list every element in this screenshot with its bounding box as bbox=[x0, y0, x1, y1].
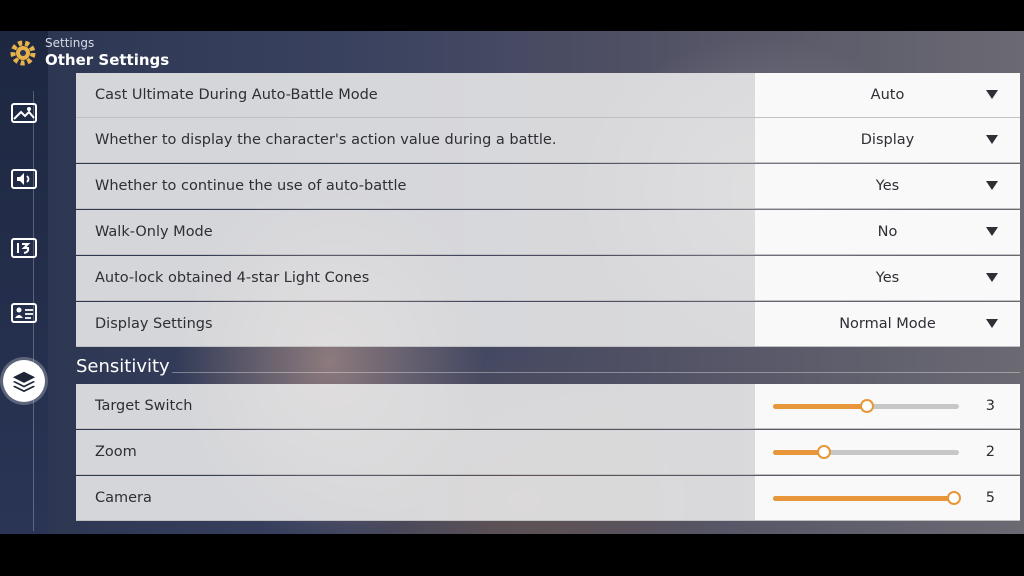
slider-value: 2 bbox=[985, 444, 995, 460]
option-dropdown[interactable]: No bbox=[755, 210, 1020, 254]
option-label: Whether to continue the use of auto-batt… bbox=[95, 178, 407, 194]
option-value: Normal Mode bbox=[839, 316, 936, 332]
option-dropdown[interactable]: Auto bbox=[755, 73, 1020, 117]
slider-value: 5 bbox=[985, 490, 995, 506]
dropdown-arrow-icon bbox=[986, 90, 998, 99]
gear-icon bbox=[10, 40, 36, 66]
target-switch-slider[interactable] bbox=[773, 399, 959, 413]
breadcrumb: Settings bbox=[45, 36, 95, 50]
slider-row: Zoom 2 bbox=[76, 430, 1020, 475]
sidebar bbox=[0, 31, 48, 534]
slider-label: Target Switch bbox=[95, 398, 193, 414]
option-row[interactable]: Walk-Only Mode No bbox=[76, 210, 1020, 255]
dropdown-arrow-icon bbox=[986, 319, 998, 328]
section-divider bbox=[172, 372, 1020, 373]
slider-row: Camera 5 bbox=[76, 476, 1020, 521]
option-dropdown[interactable]: Yes bbox=[755, 256, 1020, 300]
slider-value: 3 bbox=[985, 398, 995, 414]
slider-fill bbox=[773, 496, 954, 501]
option-row[interactable]: Display Settings Normal Mode bbox=[76, 302, 1020, 347]
option-value: Yes bbox=[875, 178, 900, 194]
slider-fill bbox=[773, 450, 824, 455]
account-icon[interactable] bbox=[10, 301, 38, 325]
language-icon[interactable] bbox=[10, 236, 38, 260]
graphics-icon[interactable] bbox=[10, 101, 38, 125]
section-title-sensitivity: Sensitivity bbox=[76, 356, 170, 377]
option-value: No bbox=[877, 224, 898, 240]
camera-slider[interactable] bbox=[773, 491, 962, 505]
option-dropdown[interactable]: Yes bbox=[755, 164, 1020, 208]
option-label: Display Settings bbox=[95, 316, 213, 332]
option-label: Walk-Only Mode bbox=[95, 224, 213, 240]
page-title: Other Settings bbox=[45, 51, 170, 69]
audio-icon[interactable] bbox=[10, 167, 38, 191]
other-settings-icon[interactable] bbox=[3, 360, 45, 402]
dropdown-arrow-icon bbox=[986, 273, 998, 282]
slider-fill bbox=[773, 404, 866, 409]
option-value: Yes bbox=[875, 270, 900, 286]
slider-handle[interactable] bbox=[860, 399, 874, 413]
slider-row: Target Switch 3 bbox=[76, 384, 1020, 429]
option-label: Cast Ultimate During Auto-Battle Mode bbox=[95, 87, 378, 103]
option-label: Auto-lock obtained 4-star Light Cones bbox=[95, 270, 370, 286]
option-value: Display bbox=[860, 132, 915, 148]
option-row[interactable]: Whether to display the character's actio… bbox=[76, 118, 1020, 163]
dropdown-arrow-icon bbox=[986, 181, 998, 190]
slider-label: Zoom bbox=[95, 444, 137, 460]
option-row[interactable]: Whether to continue the use of auto-batt… bbox=[76, 164, 1020, 209]
option-label: Whether to display the character's actio… bbox=[95, 132, 557, 148]
zoom-slider[interactable] bbox=[773, 445, 959, 459]
dropdown-arrow-icon bbox=[986, 227, 998, 236]
settings-screen: Settings Other Settings Cast Ultimate Du… bbox=[0, 31, 1024, 534]
option-row[interactable]: Auto-lock obtained 4-star Light Cones Ye… bbox=[76, 256, 1020, 301]
option-dropdown[interactable]: Normal Mode bbox=[755, 302, 1020, 346]
option-value: Auto bbox=[870, 87, 905, 103]
slider-label: Camera bbox=[95, 490, 152, 506]
dropdown-arrow-icon bbox=[986, 135, 998, 144]
option-row[interactable]: Cast Ultimate During Auto-Battle Mode Au… bbox=[76, 73, 1020, 118]
option-dropdown[interactable]: Display bbox=[755, 118, 1020, 162]
